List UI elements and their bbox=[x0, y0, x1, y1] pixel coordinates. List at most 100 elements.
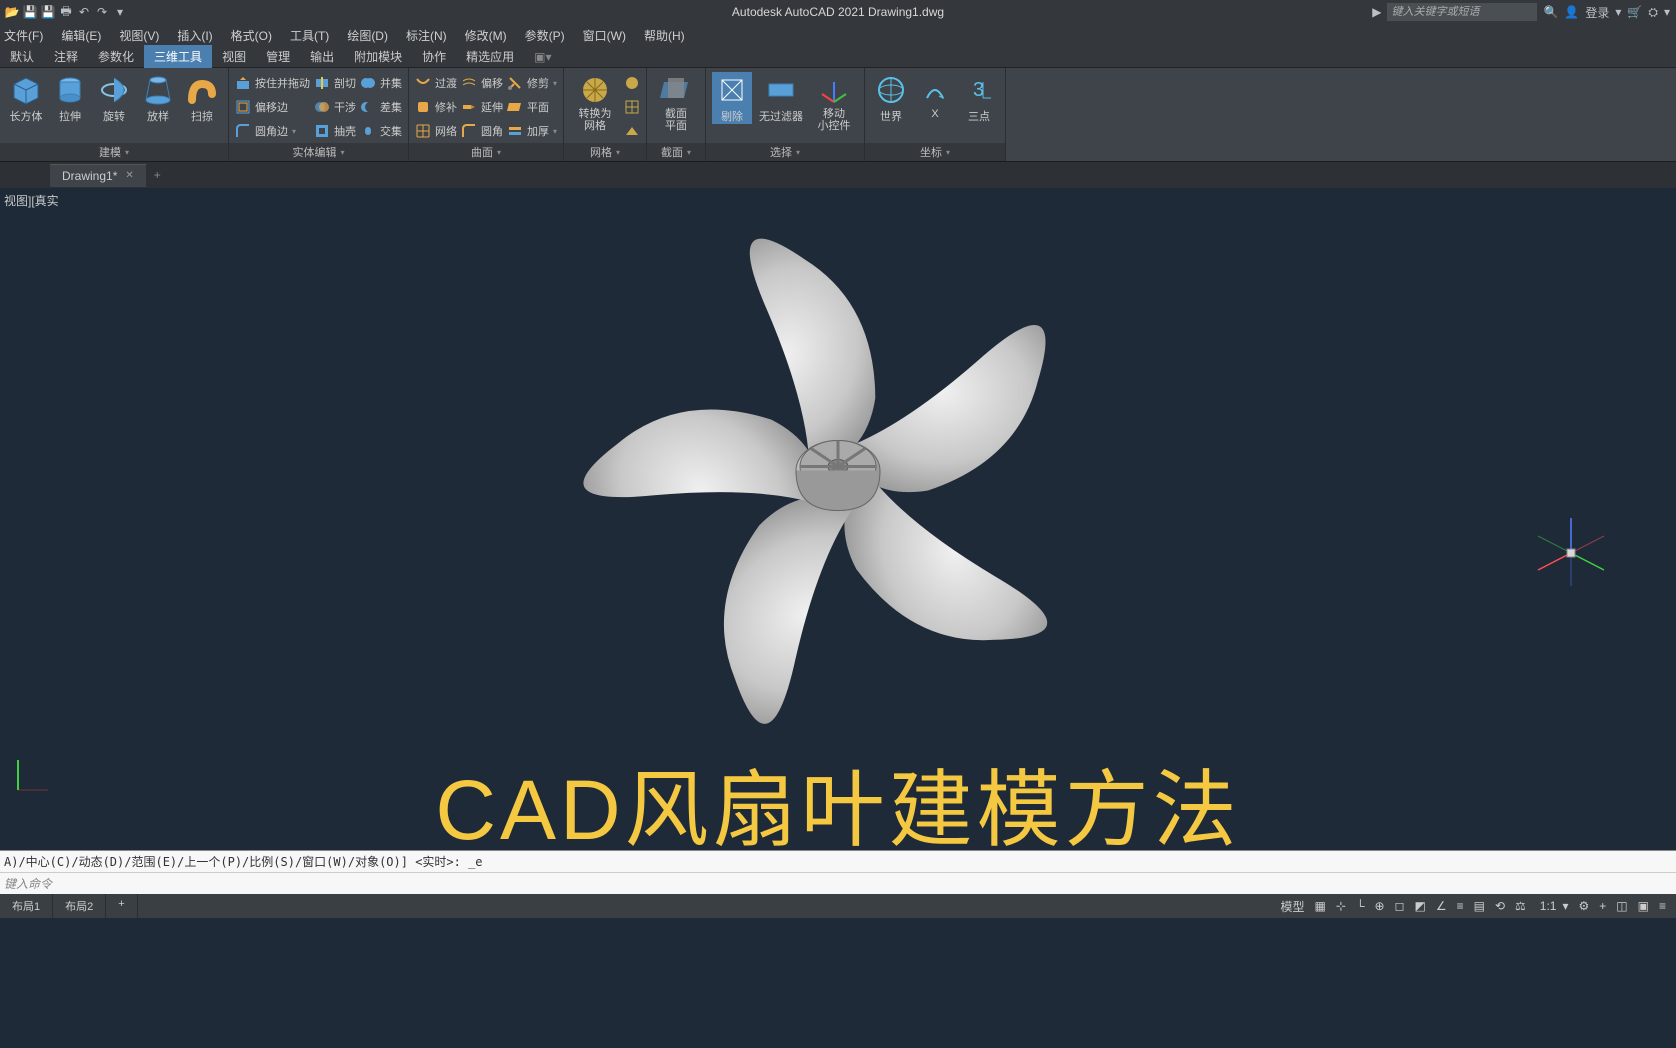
status-gear-icon[interactable]: ⚙ bbox=[1575, 897, 1594, 915]
menu-dimension[interactable]: 标注(N) bbox=[406, 27, 447, 44]
menu-insert[interactable]: 插入(I) bbox=[177, 27, 212, 44]
redo-icon[interactable]: ↷ bbox=[94, 4, 110, 20]
menu-file[interactable]: 文件(F) bbox=[4, 27, 43, 44]
panel-title-coord[interactable]: 坐标 bbox=[865, 143, 1005, 161]
info-icon[interactable]: ▶ bbox=[1372, 5, 1381, 19]
extend-button[interactable]: 延伸 bbox=[461, 96, 503, 118]
panel-title-solidedit[interactable]: 实体编辑 bbox=[229, 143, 408, 161]
login-label[interactable]: 登录 bbox=[1585, 4, 1609, 21]
menu-window[interactable]: 窗口(W) bbox=[583, 27, 626, 44]
user-icon[interactable]: 👤 bbox=[1564, 5, 1579, 19]
tab-express[interactable]: 精选应用 bbox=[456, 45, 524, 68]
status-clean-icon[interactable]: ▣ bbox=[1634, 897, 1653, 915]
cart-icon[interactable]: 🛒 bbox=[1627, 5, 1642, 19]
slice-button[interactable]: 剖切 bbox=[314, 72, 356, 94]
close-tab-icon[interactable]: ✕ bbox=[125, 170, 133, 181]
status-plus-icon[interactable]: + bbox=[1595, 897, 1610, 915]
new-tab-button[interactable]: + bbox=[146, 168, 169, 182]
search-icon[interactable]: 🔍 bbox=[1543, 5, 1558, 19]
nofilter-button[interactable]: 无过滤器 bbox=[756, 72, 806, 124]
status-iso-icon[interactable]: ◫ bbox=[1612, 897, 1631, 915]
sectionplane-button[interactable]: 截面 平面 bbox=[653, 72, 699, 132]
saveas-icon[interactable]: 💾 bbox=[40, 4, 56, 20]
view-gizmo[interactable] bbox=[1526, 508, 1616, 598]
status-customize-icon[interactable]: ≡ bbox=[1655, 897, 1670, 915]
layout-tab-2[interactable]: 布局2 bbox=[53, 894, 106, 918]
intersect-button[interactable]: 交集 bbox=[360, 120, 402, 142]
tab-manage[interactable]: 管理 bbox=[256, 45, 300, 68]
status-scale[interactable]: 1:1▾ bbox=[1532, 895, 1573, 917]
planar-button[interactable]: 平面 bbox=[507, 96, 557, 118]
menu-edit[interactable]: 编辑(E) bbox=[61, 27, 101, 44]
tab-view[interactable]: 视图 bbox=[212, 45, 256, 68]
menu-format[interactable]: 格式(O) bbox=[231, 27, 272, 44]
menu-modify[interactable]: 修改(M) bbox=[465, 27, 507, 44]
tab-more-icon[interactable]: ▣▾ bbox=[524, 47, 561, 67]
surfoffset-button[interactable]: 偏移 bbox=[461, 72, 503, 94]
tab-3dtools[interactable]: 三维工具 bbox=[144, 45, 212, 68]
login-dropdown-icon[interactable]: ▾ bbox=[1615, 5, 1621, 19]
patch-button[interactable]: 修补 bbox=[415, 96, 457, 118]
search-input[interactable]: 键入关键字或短语 bbox=[1387, 3, 1537, 21]
panel-title-model[interactable]: 建模 bbox=[0, 143, 228, 161]
trim-button[interactable]: 修剪▾ bbox=[507, 72, 557, 94]
thicken-button[interactable]: 加厚▾ bbox=[507, 120, 557, 142]
world-button[interactable]: 世界 bbox=[871, 72, 911, 124]
network-button[interactable]: 网络 bbox=[415, 120, 457, 142]
menu-draw[interactable]: 绘图(D) bbox=[347, 27, 388, 44]
status-otrack-icon[interactable]: ∠ bbox=[1432, 897, 1451, 915]
status-annoscale-icon[interactable]: ⚖ bbox=[1511, 897, 1530, 915]
loft-button[interactable]: 放样 bbox=[138, 72, 178, 124]
app-menu-icon[interactable]: ⛭ bbox=[1648, 5, 1658, 20]
save-icon[interactable]: 💾 bbox=[22, 4, 38, 20]
box-button[interactable]: 长方体 bbox=[6, 72, 46, 124]
surffillet-button[interactable]: 圆角 bbox=[461, 120, 503, 142]
status-grid-icon[interactable]: ▦ bbox=[1311, 897, 1330, 915]
menu-help[interactable]: 帮助(H) bbox=[644, 27, 685, 44]
status-snap-icon[interactable]: ⊹ bbox=[1332, 897, 1350, 915]
shell-button[interactable]: 抽壳 bbox=[314, 120, 356, 142]
tab-annotate[interactable]: 注释 bbox=[44, 45, 88, 68]
presspull-button[interactable]: 按住并拖动 bbox=[235, 72, 310, 94]
revolve-button[interactable]: 旋转 bbox=[94, 72, 134, 124]
mesh-smooth-button[interactable] bbox=[624, 72, 640, 94]
panel-title-mesh[interactable]: 网格 bbox=[564, 143, 646, 161]
sweep-button[interactable]: 扫掠 bbox=[182, 72, 222, 124]
menu-tools[interactable]: 工具(T) bbox=[290, 27, 329, 44]
extrude-button[interactable]: 拉伸 bbox=[50, 72, 90, 124]
panel-title-select[interactable]: 选择 bbox=[706, 143, 864, 161]
status-cycling-icon[interactable]: ⟲ bbox=[1491, 897, 1509, 915]
qat-dropdown-icon[interactable]: ▾ bbox=[112, 4, 128, 20]
viewport[interactable]: 视图][真实 bbox=[0, 188, 1676, 850]
status-osnap-icon[interactable]: ◻ bbox=[1391, 897, 1409, 915]
help-dropdown-icon[interactable]: ▾ bbox=[1664, 5, 1670, 19]
file-tab-drawing1[interactable]: Drawing1*✕ bbox=[50, 164, 146, 187]
blend-button[interactable]: 过渡 bbox=[415, 72, 457, 94]
menu-view[interactable]: 视图(V) bbox=[119, 27, 159, 44]
viewport-label[interactable]: 视图][真实 bbox=[4, 192, 59, 209]
tab-collaborate[interactable]: 协作 bbox=[412, 45, 456, 68]
tab-addins[interactable]: 附加模块 bbox=[344, 45, 412, 68]
panel-title-section[interactable]: 截面 bbox=[647, 143, 705, 161]
status-polar-icon[interactable]: ⊕ bbox=[1370, 897, 1388, 915]
movegizmo-button[interactable]: 移动 小控件 bbox=[810, 72, 858, 132]
status-ortho-icon[interactable]: └ bbox=[1352, 897, 1369, 915]
status-3dosnap-icon[interactable]: ◩ bbox=[1411, 897, 1430, 915]
subtract-button[interactable]: 差集 bbox=[360, 96, 402, 118]
plot-icon[interactable]: 🖶 bbox=[58, 4, 74, 20]
command-input[interactable]: 键入命令 bbox=[0, 872, 1676, 894]
panel-title-surface[interactable]: 曲面 bbox=[409, 143, 563, 161]
interfere-button[interactable]: 干涉 bbox=[314, 96, 356, 118]
tab-output[interactable]: 输出 bbox=[300, 45, 344, 68]
layout-tab-1[interactable]: 布局1 bbox=[0, 894, 53, 918]
convertmesh-button[interactable]: 转换为 网格 bbox=[570, 72, 620, 132]
status-transparency-icon[interactable]: ▤ bbox=[1470, 897, 1489, 915]
menu-parametric[interactable]: 参数(P) bbox=[525, 27, 565, 44]
tab-default[interactable]: 默认 bbox=[0, 45, 44, 68]
offsetedge-button[interactable]: 偏移边 bbox=[235, 96, 310, 118]
mesh-crease-button[interactable] bbox=[624, 120, 640, 142]
status-lwt-icon[interactable]: ≡ bbox=[1453, 897, 1468, 915]
status-model[interactable]: 模型 bbox=[1277, 896, 1309, 917]
open-icon[interactable]: 📂 bbox=[4, 4, 20, 20]
x-axis-button[interactable]: X bbox=[915, 72, 955, 120]
